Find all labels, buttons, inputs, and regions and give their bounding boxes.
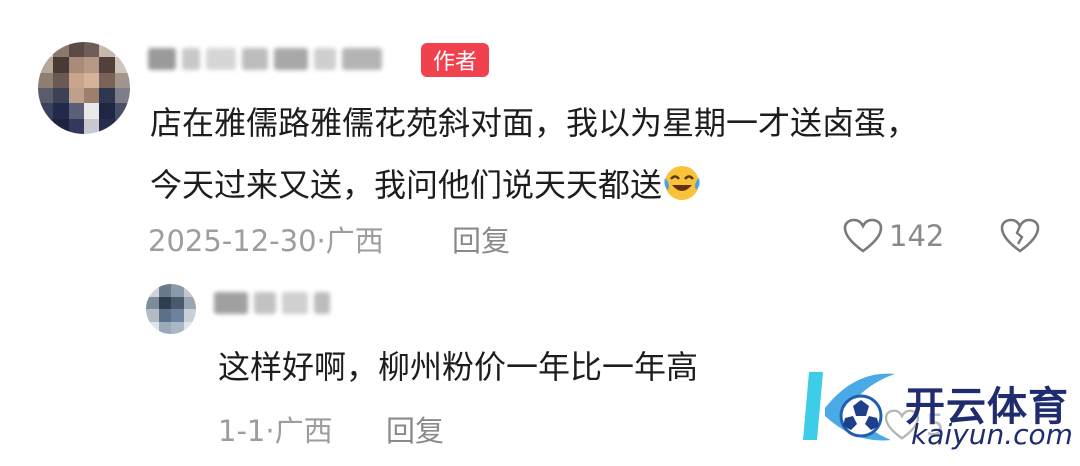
kaiyun-logo-icon (803, 372, 895, 441)
like-count: 142 (889, 219, 945, 253)
kaiyun-watermark: 开云体育 kaiyun.com (795, 360, 1075, 460)
author-badge: 作者 (421, 43, 489, 77)
reply-meta: 1-1·广西 (218, 408, 333, 450)
commenter-username[interactable] (148, 48, 382, 70)
commenter-avatar[interactable] (38, 42, 130, 134)
watermark-url: kaiyun.com (911, 418, 1073, 451)
reply-date: 1-1 (218, 414, 266, 448)
comment-meta: 2025-12-30·广西 (148, 218, 384, 260)
reply-location: 广西 (274, 414, 333, 448)
replier-username[interactable] (214, 292, 330, 314)
meta-separator: · (265, 414, 275, 448)
like-button[interactable]: 142 (843, 218, 944, 254)
comment-text-line-2: 今天过来又送，我问他们说天天都送 (150, 154, 1030, 216)
comment-location: 广西 (325, 224, 384, 258)
reply-button[interactable]: 回复 (452, 218, 510, 260)
comment-date: 2025-12-30 (148, 224, 317, 258)
laughing-crying-emoji-icon (662, 160, 702, 200)
broken-heart-icon (1000, 218, 1040, 253)
reply-text: 这样好啊，柳州粉价一年比一年高 (218, 348, 699, 386)
comment-text-line-1: 店在雅儒路雅儒花苑斜对面，我以为星期一才送卤蛋， (150, 104, 919, 142)
dislike-button[interactable] (1000, 218, 1040, 258)
replier-avatar[interactable] (146, 284, 196, 334)
heart-icon (843, 218, 883, 253)
reply-to-reply-button[interactable]: 回复 (386, 408, 444, 450)
meta-separator: · (316, 224, 326, 258)
comment-text: 店在雅儒路雅儒花苑斜对面，我以为星期一才送卤蛋， 今天过来又送，我问他们说天天都… (150, 92, 1030, 216)
